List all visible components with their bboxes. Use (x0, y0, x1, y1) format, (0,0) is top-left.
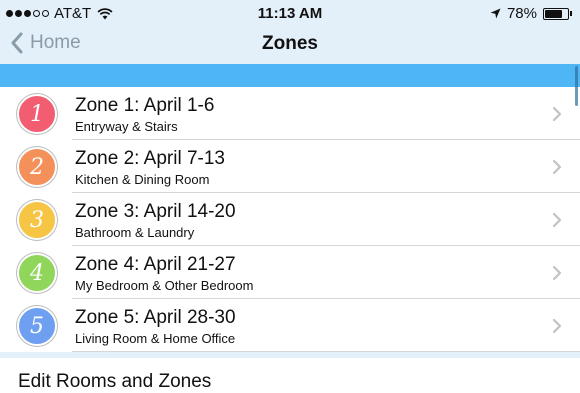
edit-rooms-and-zones-button[interactable]: Edit Rooms and Zones (0, 358, 580, 392)
chevron-right-icon (552, 106, 562, 122)
zone-rooms: Bathroom & Laundry (75, 225, 195, 240)
page-title: Zones (262, 33, 318, 54)
battery-icon (543, 7, 569, 20)
zone-title: Zone 2: April 7-13 (75, 148, 225, 169)
section-header (0, 64, 580, 87)
chevron-right-icon (552, 265, 562, 281)
battery-nub (570, 11, 572, 16)
zone-number-badge: 5 (17, 306, 57, 346)
location-arrow-icon (490, 8, 501, 19)
edit-rooms-and-zones-label: Edit Rooms and Zones (18, 371, 212, 392)
zone-number: 3 (30, 207, 44, 233)
zone-row[interactable]: 4 Zone 4: April 21-27 My Bedroom & Other B… (0, 246, 580, 299)
zone-title: Zone 3: April 14-20 (75, 201, 236, 222)
chevron-right-icon (552, 318, 562, 334)
status-right: 78% (490, 5, 572, 22)
zone-number-badge: 1 (17, 94, 57, 134)
navigation-bar: Home Zones (0, 28, 580, 64)
zone-row[interactable]: 1 Zone 1: April 1-6 Entryway & Stairs (0, 87, 580, 140)
zone-number: 1 (30, 101, 44, 127)
zone-rooms: My Bedroom & Other Bedroom (75, 278, 254, 293)
status-bar: AT&T 11:13 AM 78% (0, 0, 580, 28)
zone-number-badge: 2 (17, 147, 57, 187)
zone-list: 1 Zone 1: April 1-6 Entryway & Stairs 2 Zone… (0, 87, 580, 352)
zone-number: 4 (30, 260, 44, 286)
chevron-right-icon (552, 212, 562, 228)
zone-title: Zone 4: April 21-27 (75, 254, 236, 275)
zone-row[interactable]: 3 Zone 3: April 14-20 Bathroom & Laundry (0, 193, 580, 246)
zone-rooms: Entryway & Stairs (75, 119, 178, 134)
zone-title: Zone 1: April 1-6 (75, 95, 215, 116)
zone-row[interactable]: 5 Zone 5: April 28-30 Living Room & Home O… (0, 299, 580, 352)
zone-row[interactable]: 2 Zone 2: April 7-13 Kitchen & Dining Room (0, 140, 580, 193)
zone-number: 5 (30, 313, 44, 339)
zone-number-badge: 3 (17, 200, 57, 240)
scrollbar[interactable] (575, 66, 578, 106)
battery-percent: 78% (506, 5, 537, 22)
chevron-right-icon (552, 159, 562, 175)
zone-rooms: Living Room & Home Office (75, 331, 236, 346)
zone-number: 2 (30, 154, 44, 180)
zone-title: Zone 5: April 28-30 (75, 307, 236, 328)
zone-rooms: Kitchen & Dining Room (75, 172, 210, 187)
zone-number-badge: 4 (17, 253, 57, 293)
battery-level (545, 9, 562, 18)
